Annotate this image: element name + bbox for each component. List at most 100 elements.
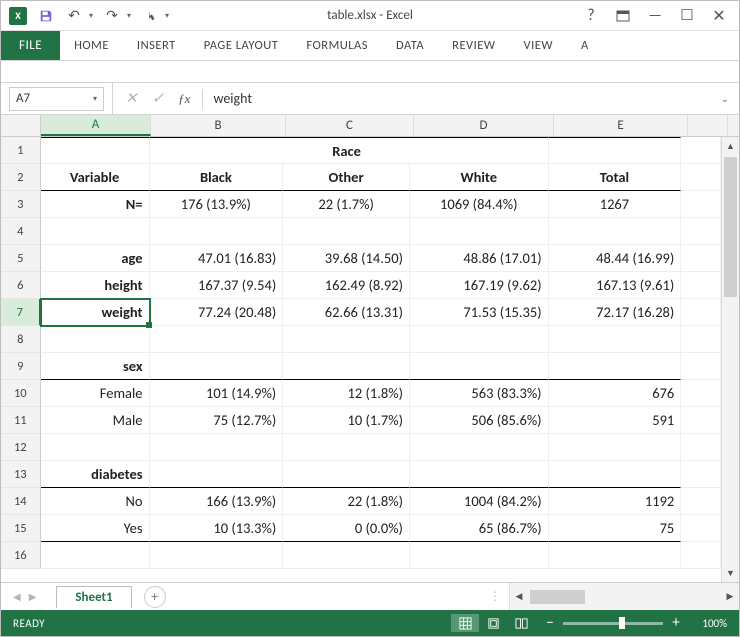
cell[interactable] — [41, 434, 150, 461]
select-all-corner[interactable] — [1, 115, 41, 136]
cell[interactable] — [549, 137, 682, 164]
cell[interactable]: 563 (83.3%) — [410, 380, 549, 407]
cell[interactable]: 101 (14.9%) — [150, 380, 284, 407]
cell[interactable]: 39.68 (14.50) — [283, 245, 410, 272]
row-header-2[interactable]: 2 — [1, 164, 41, 191]
cell[interactable]: 166 (13.9%) — [150, 488, 284, 515]
cell[interactable]: Female — [41, 380, 150, 407]
cell[interactable]: 75 (12.7%) — [150, 407, 284, 434]
cell[interactable] — [549, 353, 682, 380]
cell[interactable] — [681, 542, 721, 569]
tab-view[interactable]: VIEW — [510, 31, 567, 60]
scroll-down-icon[interactable]: ▼ — [722, 564, 739, 582]
row-header-14[interactable]: 14 — [1, 488, 41, 515]
tab-data[interactable]: DATA — [382, 31, 438, 60]
cell[interactable]: age — [41, 245, 150, 272]
cell[interactable] — [410, 461, 549, 488]
cell[interactable] — [41, 542, 150, 569]
cell[interactable]: 1267 — [549, 191, 682, 218]
name-box[interactable]: A7 ▾ — [9, 87, 104, 111]
cell[interactable] — [410, 326, 549, 353]
scroll-right-icon[interactable]: ▶ — [721, 591, 739, 602]
cell[interactable]: height — [41, 272, 150, 299]
cell[interactable]: Variable — [41, 164, 150, 191]
horizontal-scrollbar[interactable]: ◀ ▶ — [509, 583, 739, 610]
cell[interactable] — [150, 434, 284, 461]
cell[interactable] — [41, 218, 150, 245]
cell[interactable] — [410, 542, 549, 569]
cell[interactable] — [549, 461, 682, 488]
cell[interactable]: 506 (85.6%) — [410, 407, 549, 434]
add-sheet-button[interactable]: + — [144, 586, 166, 608]
sheet-split-handle[interactable]: ⋮ — [489, 589, 509, 604]
ribbon-options-button[interactable] — [613, 6, 633, 26]
cell[interactable] — [681, 380, 721, 407]
tab-file[interactable]: FILE — [1, 31, 60, 60]
cell[interactable] — [150, 326, 284, 353]
zoom-slider-thumb[interactable] — [619, 617, 625, 629]
cell[interactable]: 167.37 (9.54) — [150, 272, 284, 299]
cell[interactable]: 676 — [549, 380, 682, 407]
cell[interactable]: 72.17 (16.28) — [549, 299, 682, 326]
enter-formula-icon[interactable]: ✓ — [152, 89, 165, 108]
column-header-blank[interactable] — [688, 115, 728, 136]
name-box-dropdown-icon[interactable]: ▾ — [93, 94, 97, 104]
cell[interactable] — [681, 137, 721, 164]
cell[interactable]: sex — [41, 353, 150, 380]
cell[interactable]: White — [410, 164, 549, 191]
cell[interactable] — [681, 326, 721, 353]
cell[interactable]: 71.53 (15.35) — [410, 299, 549, 326]
view-normal-button[interactable] — [451, 614, 479, 632]
cell[interactable] — [549, 434, 682, 461]
cell[interactable] — [410, 137, 549, 164]
cell[interactable]: 591 — [549, 407, 682, 434]
tab-page-layout[interactable]: PAGE LAYOUT — [190, 31, 293, 60]
tab-home[interactable]: HOME — [60, 31, 123, 60]
row-header-10[interactable]: 10 — [1, 380, 41, 407]
row-header-13[interactable]: 13 — [1, 461, 41, 488]
formula-input[interactable]: weight — [203, 90, 710, 107]
scroll-track[interactable] — [722, 155, 739, 564]
qat-customize-dropdown-icon[interactable]: ▾ — [165, 11, 169, 21]
cell[interactable]: diabetes — [41, 461, 150, 488]
cell[interactable] — [150, 353, 284, 380]
sheet-tab-sheet1[interactable]: Sheet1 — [56, 586, 131, 608]
touch-mode-button[interactable] — [141, 7, 159, 25]
view-page-layout-button[interactable] — [479, 614, 507, 632]
row-header-12[interactable]: 12 — [1, 434, 41, 461]
cell[interactable] — [283, 434, 410, 461]
redo-dropdown-icon[interactable]: ▾ — [127, 11, 131, 21]
cell[interactable]: Yes — [41, 515, 150, 542]
cell[interactable]: 65 (86.7%) — [410, 515, 549, 542]
tab-overflow[interactable]: A — [567, 31, 603, 60]
zoom-out-button[interactable]: − — [543, 614, 557, 632]
cell[interactable] — [681, 299, 721, 326]
cell[interactable]: 22 (1.8%) — [283, 488, 410, 515]
row-header-6[interactable]: 6 — [1, 272, 41, 299]
cell[interactable] — [681, 488, 721, 515]
cell[interactable]: 167.19 (9.62) — [410, 272, 549, 299]
zoom-in-button[interactable]: + — [669, 614, 683, 632]
column-header-b[interactable]: B — [151, 115, 286, 136]
cell[interactable]: 48.44 (16.99) — [549, 245, 682, 272]
cell[interactable] — [41, 137, 150, 164]
cell[interactable] — [681, 164, 721, 191]
insert-function-button[interactable]: ƒx — [178, 91, 190, 107]
row-header-3[interactable]: 3 — [1, 191, 41, 218]
cell[interactable] — [410, 434, 549, 461]
undo-dropdown-icon[interactable]: ▾ — [89, 11, 93, 21]
cell[interactable]: 62.66 (13.31) — [283, 299, 410, 326]
cell[interactable]: 10 (13.3%) — [150, 515, 284, 542]
cell[interactable]: Male — [41, 407, 150, 434]
row-header-16[interactable]: 16 — [1, 542, 41, 569]
cell[interactable]: 176 (13.9%) — [150, 191, 284, 218]
redo-button[interactable]: ↷ — [103, 7, 121, 25]
cell[interactable]: 0 (0.0%) — [283, 515, 410, 542]
vertical-scrollbar[interactable]: ▲ ▼ — [721, 137, 739, 582]
cell[interactable]: 10 (1.7%) — [283, 407, 410, 434]
scroll-left-icon[interactable]: ◀ — [510, 591, 528, 602]
cell[interactable] — [150, 218, 284, 245]
row-header-7[interactable]: 7 — [1, 299, 41, 326]
tab-formulas[interactable]: FORMULAS — [292, 31, 382, 60]
sheet-nav[interactable]: ◀ ▶ — [1, 590, 48, 603]
